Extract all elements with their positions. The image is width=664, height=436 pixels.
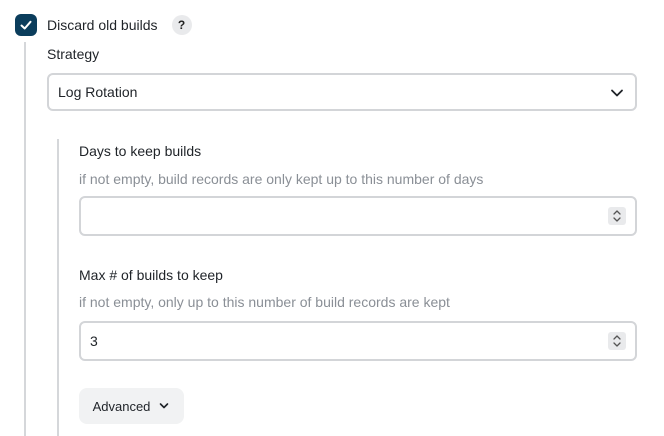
help-button[interactable]: ? xyxy=(171,15,192,35)
strategy-selected-value: Log Rotation xyxy=(58,84,138,100)
max-builds-value: 3 xyxy=(90,333,98,349)
max-builds-description: if not empty, only up to this number of … xyxy=(79,294,450,310)
days-to-keep-label: Days to keep builds xyxy=(79,143,202,159)
discard-old-builds-section: Discard old builds ? Strategy Log Rotati… xyxy=(0,0,664,436)
up-down-arrows-icon xyxy=(613,335,621,347)
advanced-label: Advanced xyxy=(92,398,151,414)
discard-old-builds-checkbox[interactable] xyxy=(15,14,37,36)
chevron-down-icon xyxy=(160,403,169,409)
checkmark-icon xyxy=(20,20,32,30)
days-to-keep-description: if not empty, build records are only kep… xyxy=(79,171,484,187)
discard-old-builds-row: Discard old builds ? xyxy=(15,13,192,37)
max-builds-input[interactable]: 3 xyxy=(79,321,637,361)
section-rail xyxy=(24,42,26,436)
days-to-keep-stepper[interactable] xyxy=(608,207,626,225)
discard-old-builds-label[interactable]: Discard old builds xyxy=(47,17,158,33)
help-question-icon: ? xyxy=(177,18,186,32)
strategy-label: Strategy xyxy=(47,46,100,62)
strategy-options-rail xyxy=(57,139,59,436)
max-builds-label: Max # of builds to keep xyxy=(79,267,223,283)
chevron-down-icon xyxy=(611,89,623,97)
days-to-keep-input[interactable] xyxy=(79,196,637,236)
advanced-button[interactable]: Advanced xyxy=(79,388,184,424)
strategy-select[interactable]: Log Rotation xyxy=(47,73,637,111)
up-down-arrows-icon xyxy=(613,210,621,222)
max-builds-stepper[interactable] xyxy=(608,332,626,350)
